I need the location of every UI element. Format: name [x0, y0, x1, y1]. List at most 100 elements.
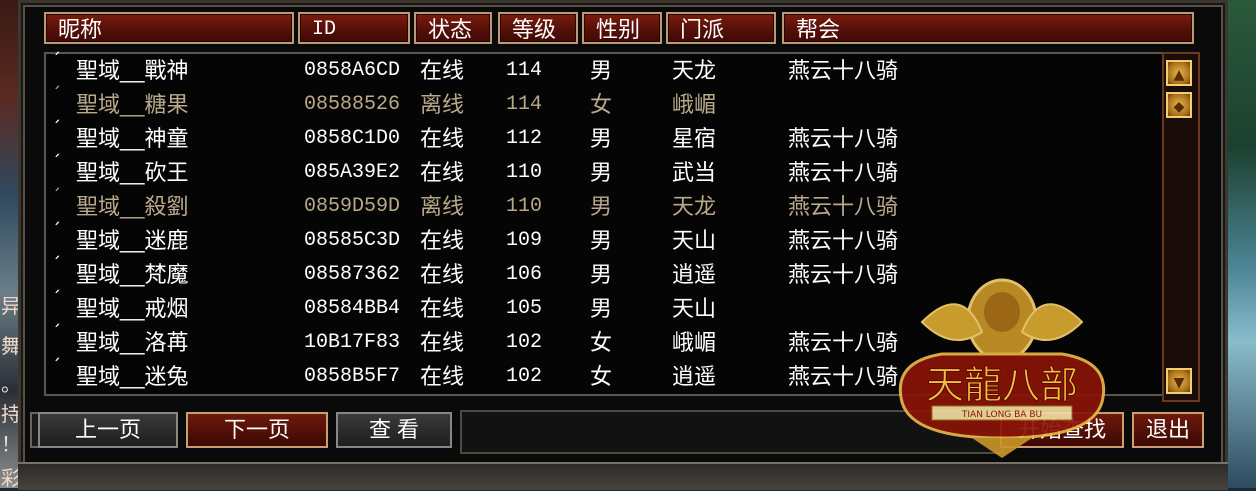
member-name: 聖域__戒烟 — [76, 296, 189, 321]
member-level: 114 — [506, 93, 543, 116]
next-page-button[interactable]: 下一页 — [186, 412, 328, 448]
table-row[interactable]: ˊ 聖域__砍王 085A39E2 在线 110 男 武当 燕云十八骑 — [46, 152, 1156, 190]
table-header: 昵称 ID 状态 等级 性别 门派 帮会 — [44, 12, 1194, 48]
member-id: 0858C1D0 — [304, 127, 401, 150]
member-name: 聖域__糖果 — [76, 92, 189, 117]
chevron-down-icon[interactable]: ▼ — [1166, 368, 1192, 394]
member-id: 08584BB4 — [304, 297, 401, 320]
column-header-id[interactable]: ID — [298, 12, 410, 44]
scroll-thumb-icon[interactable]: ◆ — [1166, 92, 1192, 118]
member-status: 在线 — [420, 296, 465, 321]
member-level: 109 — [506, 229, 543, 252]
emblem-subtitle: TIAN LONG BA BU — [961, 410, 1042, 420]
member-level: 102 — [506, 331, 543, 354]
member-id: 0858A6CD — [304, 59, 401, 82]
row-marker: ˊ — [52, 322, 61, 343]
member-level: 112 — [506, 127, 543, 150]
member-status: 在线 — [420, 228, 465, 253]
table-row[interactable]: ˊ 聖域__糖果 08588526 离线 114 女 峨嵋 — [46, 84, 1156, 122]
emblem-title: 天龍八部 — [926, 363, 1078, 407]
table-row[interactable]: ˊ 聖域__殺劉 0859D59D 离线 110 男 天龙 燕云十八骑 — [46, 186, 1156, 224]
member-id: 085A39E2 — [304, 161, 401, 184]
member-name: 聖域__梵魔 — [76, 262, 189, 287]
column-header-school[interactable]: 门派 — [666, 12, 776, 44]
list-scrollbar[interactable]: ▲ ◆ ▼ — [1162, 52, 1200, 402]
member-guild: 燕云十八骑 — [788, 58, 899, 83]
table-row[interactable]: ˊ 聖域__戰神 0858A6CD 在线 114 男 天龙 燕云十八骑 — [46, 50, 1156, 88]
table-row[interactable]: ˊ 聖域__神童 0858C1D0 在线 112 男 星宿 燕云十八骑 — [46, 118, 1156, 156]
member-name: 聖域__殺劉 — [76, 194, 189, 219]
row-marker: ˊ — [52, 288, 61, 309]
member-guild: 燕云十八骑 — [788, 126, 899, 151]
member-name: 聖域__砍王 — [76, 160, 189, 185]
member-guild: 燕云十八骑 — [788, 194, 899, 219]
member-level: 110 — [506, 161, 543, 184]
member-name: 聖域__戰神 — [76, 58, 189, 83]
member-level: 106 — [506, 263, 543, 286]
member-school: 武当 — [672, 160, 717, 185]
column-header-guild[interactable]: 帮会 — [782, 12, 1194, 44]
member-id: 0859D59D — [304, 195, 401, 218]
table-row[interactable]: ˊ 聖域__迷鹿 08585C3D 在线 109 男 天山 燕云十八骑 — [46, 220, 1156, 258]
member-level: 105 — [506, 297, 543, 320]
member-status: 在线 — [420, 330, 465, 355]
member-level: 102 — [506, 365, 543, 388]
row-marker: ˊ — [52, 356, 61, 377]
member-id: 10B17F83 — [304, 331, 401, 354]
row-marker: ˊ — [52, 50, 61, 71]
member-gender: 男 — [590, 194, 613, 219]
member-id: 08588526 — [304, 93, 401, 116]
member-school: 天山 — [672, 228, 717, 253]
member-level: 114 — [506, 59, 543, 82]
view-button[interactable]: 查 看 — [336, 412, 452, 448]
member-level: 110 — [506, 195, 543, 218]
member-status: 在线 — [420, 126, 465, 151]
member-gender: 男 — [590, 126, 613, 151]
member-school: 峨嵋 — [672, 92, 717, 117]
member-status: 在线 — [420, 160, 465, 185]
game-logo-emblem: 天龍八部 TIAN LONG BA BU — [898, 278, 1106, 458]
member-status: 离线 — [420, 194, 465, 219]
member-gender: 女 — [590, 92, 613, 117]
member-gender: 男 — [590, 58, 613, 83]
column-header-status[interactable]: 状态 — [414, 12, 492, 44]
row-marker: ˊ — [52, 118, 61, 139]
member-gender: 女 — [590, 364, 613, 389]
member-gender: 男 — [590, 228, 613, 253]
member-gender: 男 — [590, 262, 613, 287]
column-header-gender[interactable]: 性别 — [582, 12, 662, 44]
row-marker: ˊ — [52, 254, 61, 275]
column-header-level[interactable]: 等级 — [498, 12, 578, 44]
member-status: 离线 — [420, 92, 465, 117]
window-bottom-frame — [18, 462, 1228, 490]
member-gender: 男 — [590, 160, 613, 185]
member-school: 天山 — [672, 296, 717, 321]
member-name: 聖域__迷兔 — [76, 364, 189, 389]
member-name: 聖域__迷鹿 — [76, 228, 189, 253]
member-guild: 燕云十八骑 — [788, 160, 899, 185]
member-gender: 女 — [590, 330, 613, 355]
member-school: 星宿 — [672, 126, 717, 151]
member-name: 聖域__神童 — [76, 126, 189, 151]
member-school: 天龙 — [672, 58, 717, 83]
column-header-nickname[interactable]: 昵称 — [44, 12, 294, 44]
chevron-up-icon[interactable]: ▲ — [1166, 60, 1192, 86]
member-id: 0858B5F7 — [304, 365, 401, 388]
row-marker: ˊ — [52, 152, 61, 173]
member-id: 08585C3D — [304, 229, 401, 252]
prev-page-button[interactable]: 上一页 — [38, 412, 178, 448]
member-name: 聖域__洛苒 — [76, 330, 189, 355]
row-marker: ˊ — [52, 220, 61, 241]
member-status: 在线 — [420, 364, 465, 389]
member-id: 08587362 — [304, 263, 401, 286]
member-school: 天龙 — [672, 194, 717, 219]
member-guild: 燕云十八骑 — [788, 228, 899, 253]
row-marker: ˊ — [52, 84, 61, 105]
exit-button[interactable]: 退出 — [1132, 412, 1204, 448]
member-school: 峨嵋 — [672, 330, 717, 355]
member-school: 逍遥 — [672, 364, 717, 389]
row-marker: ˊ — [52, 186, 61, 207]
member-status: 在线 — [420, 58, 465, 83]
member-gender: 男 — [590, 296, 613, 321]
member-status: 在线 — [420, 262, 465, 287]
